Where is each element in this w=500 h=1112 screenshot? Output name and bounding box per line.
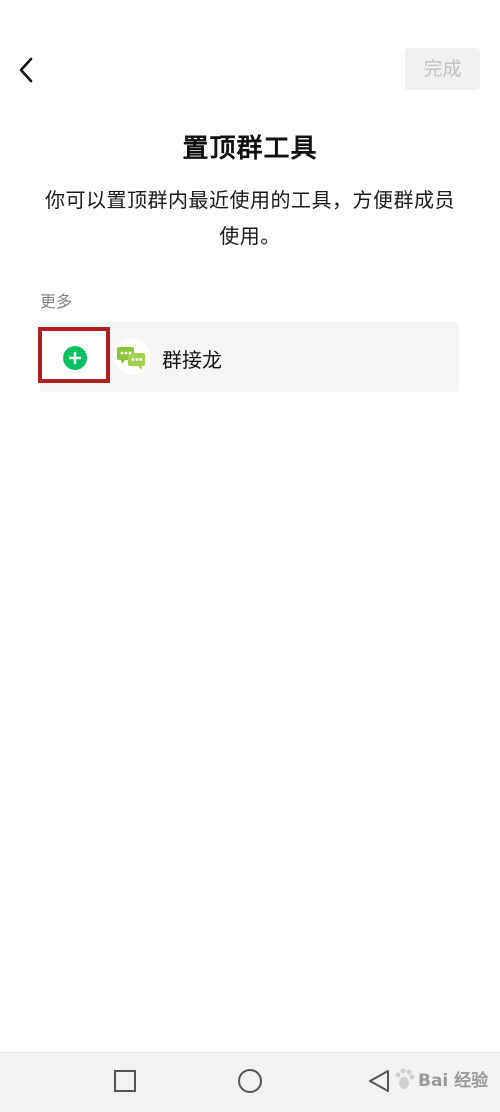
square-icon <box>114 1070 136 1092</box>
page-title: 置顶群工具 <box>182 134 318 164</box>
pin-group-tools-page: 完成 置顶群工具 你可以置顶群内最近使用的工具，方便群成员使用。 更多 群接龙 <box>0 0 500 1112</box>
circle-icon <box>238 1069 262 1093</box>
triangle-back-icon <box>369 1070 389 1092</box>
group-solitaire-icon <box>114 339 150 375</box>
home-button[interactable] <box>237 1068 263 1094</box>
page-description: 你可以置顶群内最近使用的工具，方便群成员使用。 <box>45 188 455 248</box>
back-button[interactable] <box>10 52 42 88</box>
nav-back-button[interactable] <box>366 1068 392 1094</box>
plus-circle-icon <box>63 346 87 370</box>
done-button[interactable]: 完成 <box>405 48 480 90</box>
tool-name: 群接龙 <box>162 348 222 372</box>
watermark-text: Bai 经验 <box>418 1071 489 1091</box>
chevron-left-icon <box>19 57 33 83</box>
add-tool-button[interactable] <box>63 346 87 370</box>
section-label-more: 更多 <box>40 292 73 311</box>
recent-apps-button[interactable] <box>112 1068 138 1094</box>
